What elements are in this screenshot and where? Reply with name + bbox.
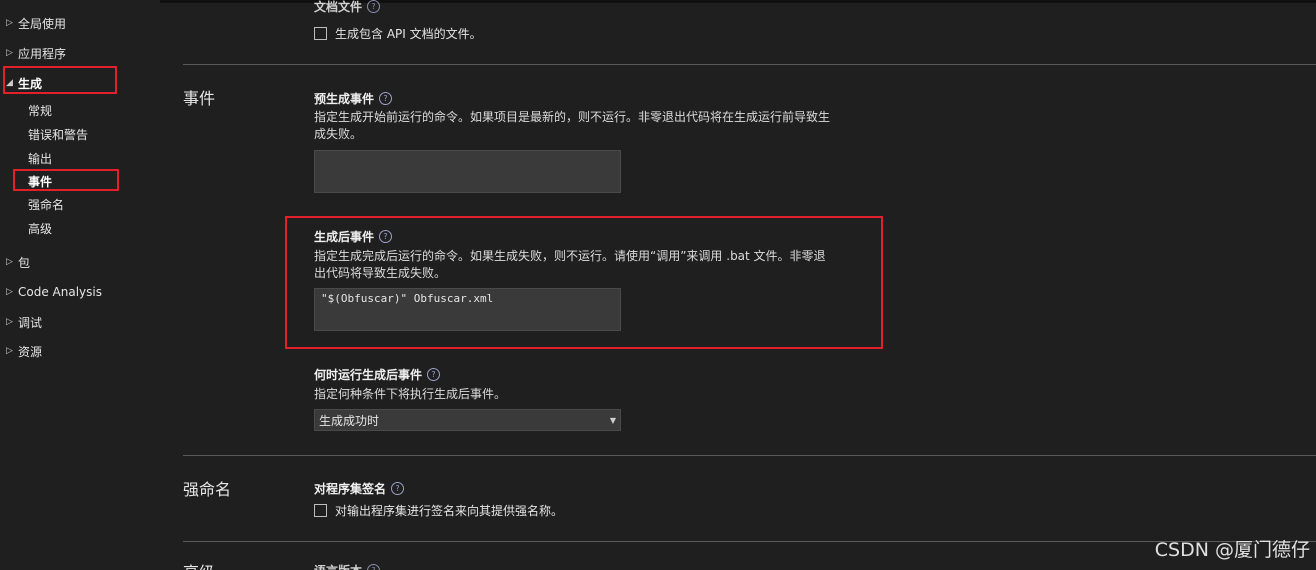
sidebar-item-resources[interactable]: ▷ 资源 <box>6 341 42 361</box>
sidebar-item-global-usings[interactable]: ▷ 全局使用 <box>6 13 66 33</box>
pre-build-event-label: 预生成事件 ? <box>314 90 393 107</box>
sidebar: ▷ 全局使用 ▷ 应用程序 ◢ 生成 常规 错误和警告 输出 事件 强命名 高级… <box>0 0 160 570</box>
expand-arrow-icon: ▷ <box>6 48 13 58</box>
sidebar-subitem-advanced[interactable]: 高级 <box>28 218 52 238</box>
sidebar-subitem-errors-warnings[interactable]: 错误和警告 <box>28 124 88 144</box>
language-version-label: 语言版本 ? <box>314 562 381 570</box>
run-post-build-select[interactable]: 生成成功时 ▼ <box>314 409 621 431</box>
project-properties-window: ▷ 全局使用 ▷ 应用程序 ◢ 生成 常规 错误和警告 输出 事件 强命名 高级… <box>0 0 1316 570</box>
run-post-build-description: 指定何种条件下将执行生成后事件。 <box>314 387 507 401</box>
sign-assembly-option[interactable]: 对输出程序集进行签名来向其提供强名称。 <box>314 502 563 519</box>
expand-arrow-icon: ▷ <box>6 287 13 297</box>
help-icon[interactable]: ? <box>379 92 393 105</box>
checkbox-label: 对输出程序集进行签名来向其提供强名称。 <box>335 504 564 518</box>
help-icon[interactable]: ? <box>367 564 381 570</box>
section-title-strong-naming: 强命名 <box>183 480 232 499</box>
chevron-down-icon: ▼ <box>609 415 616 425</box>
section-title-advanced: 高级 <box>183 559 215 570</box>
expand-arrow-icon: ▷ <box>6 257 13 267</box>
sidebar-item-package[interactable]: ▷ 包 <box>6 252 30 272</box>
sidebar-item-label: 资源 <box>18 344 43 359</box>
expand-arrow-icon: ▷ <box>6 18 13 28</box>
sign-assembly-checkbox[interactable] <box>314 504 327 517</box>
checkbox-label: 生成包含 API 文档的文件。 <box>335 27 482 41</box>
post-build-event-input[interactable]: "$(Obfuscar)" Obfuscar.xml <box>314 288 621 331</box>
top-edge <box>0 0 1316 3</box>
pre-build-event-input[interactable] <box>314 150 621 193</box>
sidebar-item-label: 应用程序 <box>18 46 67 61</box>
select-value: 生成成功时 <box>319 413 380 428</box>
section-divider <box>183 64 1316 65</box>
sidebar-item-label: 调试 <box>18 315 43 330</box>
highlight-box-build <box>3 66 117 94</box>
highlight-box-events <box>13 169 119 191</box>
expand-arrow-icon: ▷ <box>6 346 13 356</box>
section-title-events: 事件 <box>183 89 216 108</box>
section-divider <box>183 455 1316 456</box>
documentation-file-label: 文档文件 ? <box>314 0 381 15</box>
sidebar-subitem-strong-naming[interactable]: 强命名 <box>28 194 64 214</box>
sidebar-item-label: 全局使用 <box>18 16 67 31</box>
watermark: CSDN @厦门德仔 <box>1154 539 1310 561</box>
post-build-event-label: 生成后事件 ? <box>314 228 393 245</box>
help-icon[interactable]: ? <box>379 230 393 243</box>
documentation-file-option[interactable]: 生成包含 API 文档的文件。 <box>314 25 482 42</box>
sign-assembly-label: 对程序集签名 ? <box>314 480 405 497</box>
sidebar-subitem-general[interactable]: 常规 <box>28 100 52 120</box>
sidebar-item-application[interactable]: ▷ 应用程序 <box>6 43 66 63</box>
sidebar-item-code-analysis[interactable]: ▷ Code Analysis <box>6 282 102 302</box>
expand-arrow-icon: ▷ <box>6 317 13 327</box>
sidebar-item-label: 包 <box>18 255 31 270</box>
help-icon[interactable]: ? <box>367 0 381 13</box>
help-icon[interactable]: ? <box>427 368 441 381</box>
section-divider <box>183 541 1316 542</box>
sidebar-subitem-output[interactable]: 输出 <box>28 148 52 168</box>
pre-build-event-description: 指定生成开始前运行的命令。如果项目是最新的，则不运行。非零退出代码将在生成运行前… <box>314 110 831 141</box>
post-build-event-description: 指定生成完成后运行的命令。如果生成失败，则不运行。请使用“调用”来调用 .bat… <box>314 249 826 280</box>
run-post-build-label: 何时运行生成后事件 ? <box>314 366 441 383</box>
sidebar-item-debug[interactable]: ▷ 调试 <box>6 312 42 332</box>
documentation-file-checkbox[interactable] <box>314 27 327 40</box>
help-icon[interactable]: ? <box>391 482 405 495</box>
sidebar-item-label: Code Analysis <box>18 285 102 299</box>
